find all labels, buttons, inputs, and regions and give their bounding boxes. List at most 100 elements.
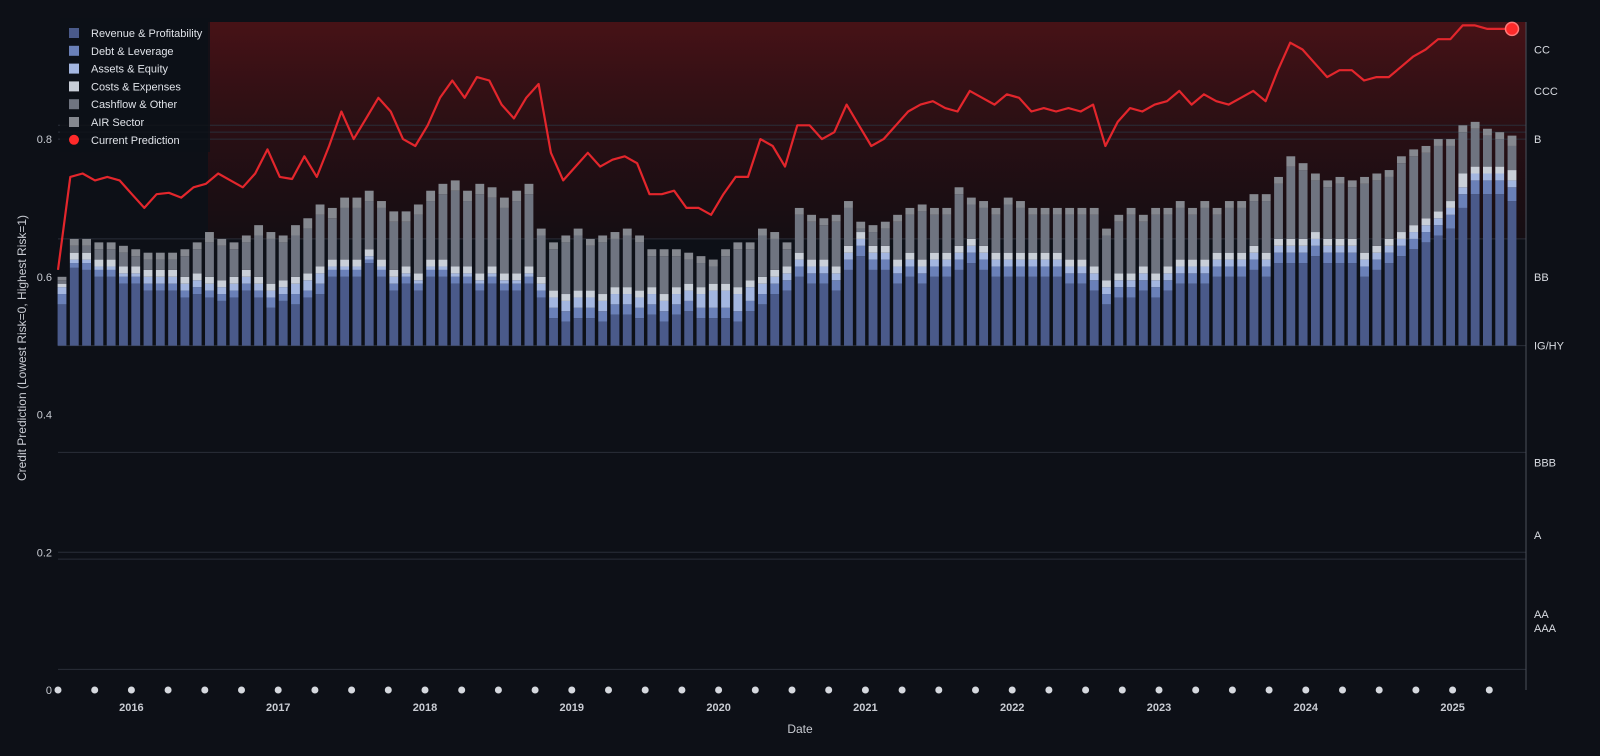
bar-segment: [1360, 259, 1369, 267]
bar-segment: [561, 294, 571, 301]
bar-segment: [1089, 290, 1099, 346]
bar-segment: [1237, 276, 1247, 346]
bar-segment: [696, 318, 706, 346]
bar-segment: [942, 259, 952, 267]
bar-segment: [1212, 207, 1222, 215]
bar-segment: [536, 297, 546, 346]
bar-segment: [819, 259, 829, 267]
bar-segment: [1200, 207, 1210, 260]
bar-segment: [868, 245, 878, 253]
bar-segment: [1347, 187, 1357, 239]
bar-segment: [942, 266, 952, 277]
bar-segment: [389, 221, 399, 270]
bar-segment: [463, 190, 472, 202]
bar-segment: [1372, 245, 1382, 253]
x-axis-marker: [458, 686, 466, 694]
bar-segment: [94, 242, 104, 250]
bar-segment: [155, 290, 165, 346]
bar-segment: [917, 204, 927, 212]
bar-segment: [1188, 273, 1197, 284]
bar-segment: [352, 269, 362, 277]
bar-segment: [1483, 180, 1492, 195]
bar-segment: [1335, 245, 1345, 253]
bar-segment: [647, 287, 657, 295]
legend-label: AIR Sector: [91, 117, 145, 129]
bar-segment: [1298, 245, 1308, 253]
bar-segment: [1188, 259, 1197, 267]
bar-segment: [180, 283, 190, 291]
bar-segment: [1323, 263, 1333, 346]
x-axis-marker: [641, 686, 649, 694]
legend: Revenue & Profitability Debt & Leverage As…: [60, 18, 210, 152]
bar-segment: [1089, 273, 1099, 281]
bar-segment: [659, 249, 669, 257]
bar-segment: [671, 287, 681, 295]
bar-segment: [450, 283, 460, 346]
legend-label: Assets & Equity: [91, 64, 169, 76]
bar-segment: [1446, 214, 1455, 229]
bar-segment: [721, 318, 730, 346]
bar-segment: [1421, 232, 1431, 243]
x-axis-marker: [1412, 686, 1420, 694]
bar-segment: [143, 276, 153, 284]
bar-segment: [1470, 128, 1480, 167]
bar-segment: [991, 207, 1001, 215]
bar-segment: [573, 235, 583, 291]
bar-segment: [364, 190, 374, 202]
bar-segment: [315, 273, 325, 284]
x-axis-year-label: 2017: [266, 702, 290, 714]
bar-segment: [229, 283, 239, 291]
bar-segment: [585, 307, 595, 319]
bar-segment: [684, 252, 694, 260]
bar-segment: [917, 273, 927, 284]
bar-segment: [1495, 139, 1505, 167]
bar-segment: [1458, 194, 1468, 208]
rating-label: AAA: [1534, 623, 1557, 635]
bar-segment: [758, 228, 767, 236]
x-axis-marker: [1118, 686, 1126, 694]
bar-segment: [1040, 252, 1050, 260]
bar-segment: [69, 245, 79, 253]
bar-segment: [1016, 276, 1025, 346]
bar-segment: [303, 228, 313, 274]
bar-segment: [57, 287, 67, 295]
bar-segment: [1507, 170, 1517, 181]
bar-segment: [954, 194, 964, 246]
bar-segment: [340, 276, 350, 346]
bar-segment: [1470, 194, 1480, 346]
bar-segment: [192, 242, 202, 250]
bar-segment: [905, 214, 915, 253]
bar-segment: [1065, 283, 1075, 346]
bar-segment: [1052, 214, 1062, 253]
bar-segment: [1224, 207, 1234, 253]
bar-segment: [524, 273, 534, 277]
bar-segment: [1310, 256, 1320, 346]
bar-segment: [782, 273, 792, 281]
bar-segment: [1298, 252, 1308, 264]
bar-segment: [1347, 238, 1357, 246]
bar-segment: [696, 256, 706, 264]
bar-segment: [1040, 214, 1050, 253]
legend-swatch: [69, 45, 79, 56]
rating-label: BB: [1534, 272, 1549, 284]
bar-segment: [549, 242, 558, 250]
bar-segment: [721, 290, 730, 308]
bar-segment: [155, 276, 165, 284]
bar-segment: [966, 197, 976, 205]
bar-segment: [82, 252, 91, 260]
bar-segment: [524, 194, 534, 267]
bar-segment: [352, 266, 362, 270]
bar-segment: [524, 266, 534, 274]
bar-segment: [389, 283, 399, 291]
bar-segment: [930, 207, 939, 215]
bar-segment: [880, 259, 890, 270]
bar-segment: [966, 245, 976, 253]
bar-segment: [1360, 266, 1369, 277]
current-prediction-marker[interactable]: [1504, 21, 1520, 37]
bar-segment: [327, 259, 337, 267]
bar-segment: [426, 201, 436, 260]
bar-segment: [573, 307, 583, 319]
bar-segment: [1384, 176, 1394, 239]
bar-segment: [979, 269, 989, 346]
bar-segment: [635, 242, 644, 291]
